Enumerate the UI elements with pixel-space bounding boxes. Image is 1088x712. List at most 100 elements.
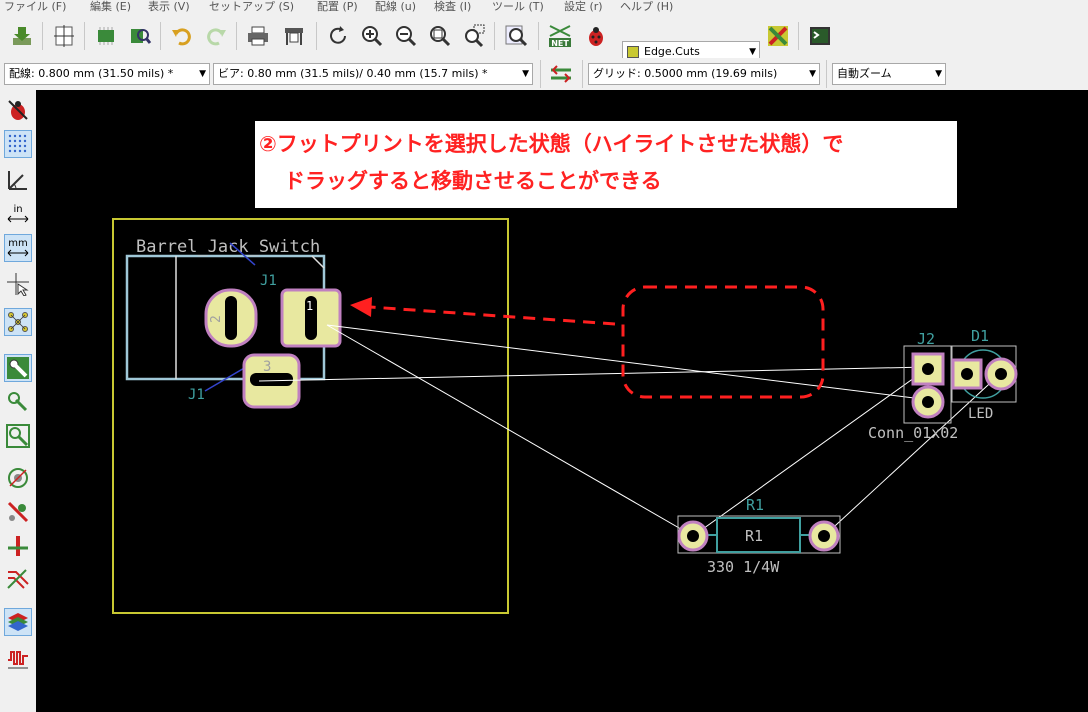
footprint-browser-icon[interactable]: [126, 22, 154, 50]
zoom-out-icon[interactable]: [392, 22, 420, 50]
zoom-in-icon[interactable]: [358, 22, 386, 50]
j1-ref-bottom-text: J1: [188, 387, 205, 403]
toolbar-separator: [538, 22, 539, 50]
chevron-down-icon: ▼: [809, 69, 816, 79]
grid-toggle-icon[interactable]: [4, 130, 32, 158]
plot-icon[interactable]: [280, 22, 308, 50]
footprint-j2[interactable]: J2 Conn_01x02: [868, 330, 958, 442]
drc-off-icon[interactable]: [4, 96, 32, 124]
menu-help[interactable]: ヘルプ (H): [620, 0, 673, 14]
redraw-icon[interactable]: [324, 22, 352, 50]
menu-edit[interactable]: 編集 (E): [90, 0, 131, 14]
footprint-r1[interactable]: R1 R1 330 1/4W: [677, 496, 841, 576]
j1-pad-2[interactable]: 2: [204, 288, 258, 348]
toolbar-separator: [84, 22, 85, 50]
undo-icon[interactable]: [168, 22, 196, 50]
via-size-select[interactable]: ビア: 0.80 mm (31.5 mils)/ 0.40 mm (15.7 m…: [213, 63, 533, 85]
main-toolbar: NET Edge.Cuts ▼: [0, 16, 1088, 63]
zoom-fit-icon[interactable]: [426, 22, 454, 50]
via-size-value: ビア: 0.80 mm (31.5 mils)/ 0.40 mm (15.7 m…: [218, 67, 488, 80]
menu-inspect[interactable]: 検査 (I): [434, 0, 471, 14]
menu-route[interactable]: 配線 (u): [375, 0, 416, 14]
menu-place[interactable]: 配置 (P): [317, 0, 358, 14]
high-contrast-icon[interactable]: [4, 498, 32, 526]
chevron-down-icon: ▼: [522, 69, 529, 79]
j2-pad-1[interactable]: [911, 352, 945, 386]
zoom-select[interactable]: 自動ズーム ▼: [832, 63, 946, 85]
drag-arrow-head: [350, 297, 372, 317]
layers-manager-icon[interactable]: [4, 608, 32, 636]
toolbar-separator: [316, 22, 317, 50]
d1-pad-1[interactable]: [951, 358, 983, 390]
left-toolbar: in mm: [0, 90, 36, 712]
footprint-editor-icon[interactable]: [92, 22, 120, 50]
toolbar-separator: [494, 22, 495, 50]
chevron-down-icon: ▼: [199, 69, 206, 79]
menu-tools[interactable]: ツール (T): [492, 0, 544, 14]
length-tuning-icon[interactable]: [4, 644, 32, 672]
pads-sketch-icon[interactable]: [4, 422, 32, 450]
chevron-down-icon: ▼: [935, 69, 942, 79]
toolbar-separator: [798, 22, 799, 50]
j1-ref-text: J1: [260, 273, 277, 289]
menu-file[interactable]: ファイル (F): [4, 0, 66, 14]
j2-ref-text: J2: [917, 330, 935, 348]
zoom-selection-icon[interactable]: [460, 22, 488, 50]
d1-pad-2[interactable]: [984, 357, 1018, 391]
r1-pad-1[interactable]: [677, 520, 709, 552]
menu-preferences[interactable]: 設定 (r): [564, 0, 603, 14]
zones-icon[interactable]: [4, 464, 32, 492]
j2-pad-2[interactable]: [911, 385, 945, 419]
vias-sketch-icon[interactable]: [4, 388, 32, 416]
polar-coords-icon[interactable]: [4, 166, 32, 194]
scripting-console-icon[interactable]: [806, 22, 834, 50]
menu-bar: ファイル (F) 編集 (E) 表示 (V) セットアップ (S) 配置 (P)…: [0, 0, 1088, 16]
j1-pad-3-number: 3: [263, 359, 271, 375]
menu-view[interactable]: 表示 (V): [148, 0, 190, 14]
footprint-j1[interactable]: Barrel_Jack_Switch J1 J1 1 2 3: [125, 237, 342, 409]
layer-alpha-icon[interactable]: [4, 532, 32, 560]
drc-icon[interactable]: [582, 22, 610, 50]
toolbar-separator: [160, 22, 161, 50]
r1-pad-2[interactable]: [808, 520, 840, 552]
microwave-icon[interactable]: [4, 566, 32, 594]
aux-toolbar: 配線: 0.800 mm (31.50 mils) * ▼ ビア: 0.80 m…: [0, 58, 1088, 91]
grid-select[interactable]: グリッド: 0.5000 mm (19.69 mils) ▼: [588, 63, 820, 85]
j1-pad-1[interactable]: 1: [280, 288, 342, 348]
drag-arrow-line: [369, 305, 616, 326]
j1-value-text: Barrel_Jack_Switch: [136, 237, 320, 257]
target-area-outline: [621, 285, 825, 399]
toolbar-separator: [42, 22, 43, 50]
r1-body-text: R1: [745, 527, 763, 545]
in-label: in: [13, 204, 22, 215]
j1-pad-1-number: 1: [306, 299, 313, 313]
mm-label: mm: [8, 238, 27, 249]
redo-icon[interactable]: [202, 22, 230, 50]
cursor-shape-icon[interactable]: [4, 270, 32, 298]
save-board-icon[interactable]: [8, 22, 36, 50]
layer-pair-icon[interactable]: [764, 22, 792, 50]
menu-setup[interactable]: セットアップ (S): [209, 0, 294, 14]
toolbar-separator: [540, 60, 541, 88]
r1-value-text: 330 1/4W: [707, 558, 780, 576]
netlist-icon[interactable]: NET: [546, 22, 574, 50]
j2-value-text: Conn_01x02: [868, 424, 958, 442]
r1-ref-text: R1: [746, 496, 764, 514]
page-settings-icon[interactable]: [50, 22, 78, 50]
annotation-callout: ②フットプリントを選択した状態（ハイライトさせた状態）で ドラッグすると移動させ…: [255, 121, 957, 208]
inch-units-icon[interactable]: in: [4, 200, 32, 228]
footprint-d1[interactable]: D1 LED: [951, 327, 1018, 422]
track-width-select[interactable]: 配線: 0.800 mm (31.50 mils) * ▼: [4, 63, 210, 85]
find-icon[interactable]: [502, 22, 530, 50]
layer-color-swatch: [627, 46, 639, 58]
toolbar-separator: [826, 60, 827, 88]
auto-track-width-icon[interactable]: [547, 60, 575, 88]
d1-value-text: LED: [968, 406, 993, 422]
grid-value: グリッド: 0.5000 mm (19.69 mils): [593, 67, 778, 80]
board-outline: [112, 218, 509, 614]
print-icon[interactable]: [244, 22, 272, 50]
tracks-sketch-icon[interactable]: [4, 354, 32, 382]
toolbar-separator: [236, 22, 237, 50]
ratsnest-icon[interactable]: [4, 308, 32, 336]
mm-units-icon[interactable]: mm: [4, 234, 32, 262]
